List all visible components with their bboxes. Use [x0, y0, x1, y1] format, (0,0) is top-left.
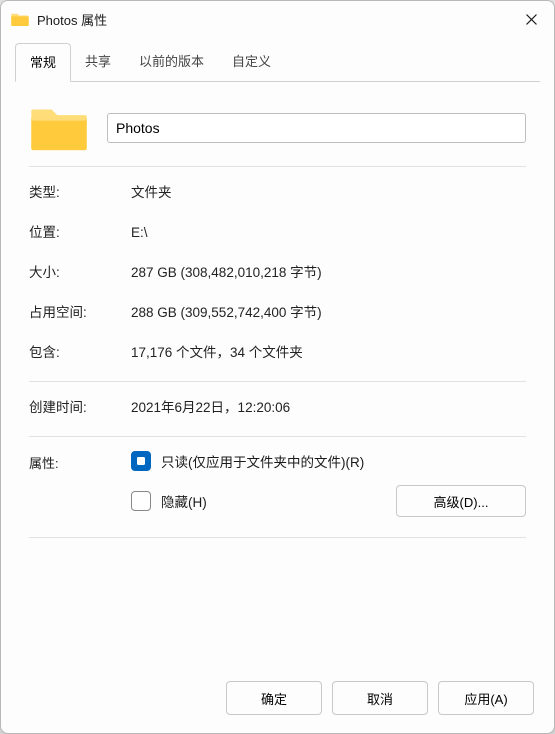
value-location: E:\	[131, 225, 526, 240]
tab-body-general: 类型: 文件夹 位置: E:\ 大小: 287 GB (308,482,010,…	[1, 82, 554, 665]
tab-share[interactable]: 共享	[71, 43, 125, 82]
value-created: 2021年6月22日，12:20:06	[131, 396, 526, 416]
tab-previous-versions[interactable]: 以前的版本	[125, 43, 218, 82]
separator	[29, 537, 526, 538]
properties-dialog: Photos 属性 常规 共享 以前的版本 自定义	[0, 0, 555, 734]
separator	[29, 436, 526, 437]
value-size-on-disk: 288 GB (309,552,742,400 字节)	[131, 301, 526, 321]
titlebar: Photos 属性	[1, 1, 554, 37]
tab-row: 常规 共享 以前的版本 自定义	[1, 43, 554, 82]
label-contains: 包含:	[29, 341, 121, 361]
label-location: 位置:	[29, 221, 121, 241]
ok-button[interactable]: 确定	[226, 681, 322, 715]
advanced-button[interactable]: 高级(D)...	[396, 485, 526, 517]
folder-name-input[interactable]	[107, 113, 526, 143]
value-contains: 17,176 个文件，34 个文件夹	[131, 341, 526, 361]
tab-general[interactable]: 常规	[15, 43, 71, 82]
folder-large-icon	[29, 104, 89, 152]
folder-icon	[11, 12, 29, 26]
readonly-checkbox[interactable]	[131, 451, 151, 471]
close-button[interactable]	[508, 1, 554, 37]
readonly-label: 只读(仅应用于文件夹中的文件)(R)	[161, 451, 364, 471]
label-size-on-disk: 占用空间:	[29, 301, 121, 321]
label-attributes: 属性:	[29, 451, 121, 472]
dialog-button-bar: 确定 取消 应用(A)	[1, 665, 554, 733]
label-type: 类型:	[29, 181, 121, 201]
separator	[29, 381, 526, 382]
cancel-button[interactable]: 取消	[332, 681, 428, 715]
close-icon	[526, 14, 537, 25]
tab-custom[interactable]: 自定义	[218, 43, 285, 82]
apply-button[interactable]: 应用(A)	[438, 681, 534, 715]
window-title: Photos 属性	[37, 10, 508, 29]
separator	[29, 166, 526, 167]
label-created: 创建时间:	[29, 396, 121, 416]
value-type: 文件夹	[131, 181, 526, 201]
hidden-checkbox[interactable]	[131, 491, 151, 511]
hidden-label: 隐藏(H)	[161, 491, 207, 511]
label-size: 大小:	[29, 261, 121, 281]
value-size: 287 GB (308,482,010,218 字节)	[131, 261, 526, 281]
